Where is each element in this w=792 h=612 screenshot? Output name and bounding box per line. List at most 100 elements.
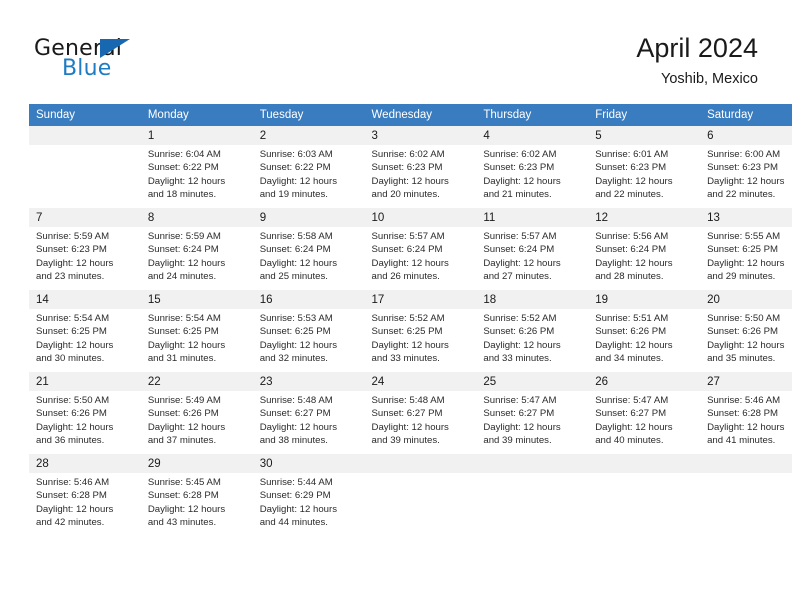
day-number: 20 xyxy=(700,290,792,309)
calendar-grid: Sunday Monday Tuesday Wednesday Thursday… xyxy=(29,104,792,536)
calendar-day-cell[interactable]: 23 Sunrise: 5:48 AM Sunset: 6:27 PM Dayl… xyxy=(252,372,365,454)
calendar-day-cell[interactable]: 20 Sunrise: 5:50 AM Sunset: 6:26 PM Dayl… xyxy=(700,290,792,372)
day-details: Sunrise: 5:49 AM Sunset: 6:26 PM Dayligh… xyxy=(140,391,253,454)
calendar-day-cell[interactable]: 10 Sunrise: 5:57 AM Sunset: 6:24 PM Dayl… xyxy=(364,208,477,290)
sunrise-text: Sunrise: 5:55 AM xyxy=(707,231,781,242)
day-details: Sunrise: 5:48 AM Sunset: 6:27 PM Dayligh… xyxy=(252,391,365,454)
calendar-day-cell[interactable]: 11 Sunrise: 5:57 AM Sunset: 6:24 PM Dayl… xyxy=(476,208,589,290)
day-details: Sunrise: 6:01 AM Sunset: 6:23 PM Dayligh… xyxy=(588,145,701,208)
daylight-text-line1: Daylight: 12 hours xyxy=(371,175,449,187)
calendar-day-cell[interactable]: 29 Sunrise: 5:45 AM Sunset: 6:28 PM Dayl… xyxy=(140,454,253,536)
calendar-day-cell[interactable]: 18 Sunrise: 5:52 AM Sunset: 6:26 PM Dayl… xyxy=(476,290,589,372)
calendar-day-cell[interactable]: 14 Sunrise: 5:54 AM Sunset: 6:25 PM Dayl… xyxy=(29,290,141,372)
day-number: 26 xyxy=(588,372,701,391)
calendar-day-cell[interactable]: 1 Sunrise: 6:04 AM Sunset: 6:22 PM Dayli… xyxy=(140,126,253,208)
location-subtitle: Yoshib, Mexico xyxy=(661,71,758,87)
sunrise-text: Sunrise: 5:51 AM xyxy=(595,313,669,324)
day-number: 16 xyxy=(252,290,365,309)
daylight-text-line2: and 33 minutes. xyxy=(371,353,440,365)
daylight-text-line2: and 42 minutes. xyxy=(36,517,105,529)
sunrise-text: Sunrise: 5:47 AM xyxy=(595,395,669,406)
daylight-text-line1: Daylight: 12 hours xyxy=(147,503,226,515)
day-number: 15 xyxy=(140,290,253,309)
calendar-day-cell[interactable]: 26 Sunrise: 5:47 AM Sunset: 6:27 PM Dayl… xyxy=(588,372,701,454)
calendar-day-cell[interactable]: 27 Sunrise: 5:46 AM Sunset: 6:28 PM Dayl… xyxy=(700,372,792,454)
sunrise-text: Sunrise: 5:46 AM xyxy=(707,395,781,406)
calendar-day-cell[interactable]: 13 Sunrise: 5:55 AM Sunset: 6:25 PM Dayl… xyxy=(700,208,792,290)
day-number: 29 xyxy=(140,454,253,473)
day-number: 8 xyxy=(140,208,253,227)
calendar-day-cell[interactable]: 6 Sunrise: 6:00 AM Sunset: 6:23 PM Dayli… xyxy=(700,126,792,208)
calendar-day-cell[interactable]: 2 Sunrise: 6:03 AM Sunset: 6:22 PM Dayli… xyxy=(252,126,365,208)
daylight-text-line1: Daylight: 12 hours xyxy=(36,339,114,351)
calendar-day-cell[interactable]: 9 Sunrise: 5:58 AM Sunset: 6:24 PM Dayli… xyxy=(252,208,365,290)
day-details xyxy=(364,473,477,536)
weekday-header-thursday: Thursday xyxy=(476,104,589,126)
calendar-day-cell[interactable] xyxy=(476,454,589,536)
brand-logo[interactable]: General Blue xyxy=(34,36,254,88)
sunrise-text: Sunrise: 5:52 AM xyxy=(483,313,557,324)
sunset-text: Sunset: 6:22 PM xyxy=(147,162,219,174)
daylight-text-line2: and 37 minutes. xyxy=(147,435,217,447)
daylight-text-line1: Daylight: 12 hours xyxy=(483,175,561,187)
title-block: April 2024 Yoshib, Mexico xyxy=(636,32,758,88)
sunrise-text: Sunrise: 5:56 AM xyxy=(595,231,669,242)
calendar-day-cell[interactable]: 21 Sunrise: 5:50 AM Sunset: 6:26 PM Dayl… xyxy=(29,372,141,454)
weekday-header-monday: Monday xyxy=(140,104,253,126)
day-number: 23 xyxy=(252,372,365,391)
day-details: Sunrise: 5:47 AM Sunset: 6:27 PM Dayligh… xyxy=(588,391,701,454)
calendar-day-cell[interactable]: 17 Sunrise: 5:52 AM Sunset: 6:25 PM Dayl… xyxy=(364,290,477,372)
calendar-day-cell[interactable] xyxy=(364,454,477,536)
calendar-day-cell[interactable]: 3 Sunrise: 6:02 AM Sunset: 6:23 PM Dayli… xyxy=(364,126,477,208)
day-number xyxy=(29,126,141,145)
day-number: 13 xyxy=(700,208,792,227)
calendar-day-cell[interactable]: 7 Sunrise: 5:59 AM Sunset: 6:23 PM Dayli… xyxy=(29,208,141,290)
day-details: Sunrise: 5:55 AM Sunset: 6:25 PM Dayligh… xyxy=(700,227,792,290)
day-details: Sunrise: 5:59 AM Sunset: 6:23 PM Dayligh… xyxy=(29,227,141,290)
sunrise-text: Sunrise: 5:50 AM xyxy=(707,313,781,324)
weekday-header-sunday: Sunday xyxy=(29,104,141,126)
day-number: 22 xyxy=(140,372,253,391)
day-number: 2 xyxy=(252,126,365,145)
daylight-text-line2: and 36 minutes. xyxy=(36,435,105,447)
calendar-day-cell[interactable]: 25 Sunrise: 5:47 AM Sunset: 6:27 PM Dayl… xyxy=(476,372,589,454)
sunrise-text: Sunrise: 5:59 AM xyxy=(36,231,110,242)
daylight-text-line1: Daylight: 12 hours xyxy=(259,175,338,187)
sunset-text: Sunset: 6:23 PM xyxy=(595,162,667,174)
calendar-day-cell[interactable]: 19 Sunrise: 5:51 AM Sunset: 6:26 PM Dayl… xyxy=(588,290,701,372)
sunset-text: Sunset: 6:24 PM xyxy=(259,244,331,256)
day-number: 24 xyxy=(364,372,477,391)
day-details: Sunrise: 6:03 AM Sunset: 6:22 PM Dayligh… xyxy=(252,145,365,208)
daylight-text-line1: Daylight: 12 hours xyxy=(259,421,338,433)
calendar-day-cell[interactable]: 30 Sunrise: 5:44 AM Sunset: 6:29 PM Dayl… xyxy=(252,454,365,536)
daylight-text-line1: Daylight: 12 hours xyxy=(36,257,114,269)
calendar-day-cell[interactable]: 22 Sunrise: 5:49 AM Sunset: 6:26 PM Dayl… xyxy=(140,372,253,454)
sunset-text: Sunset: 6:25 PM xyxy=(371,326,443,338)
calendar-day-cell[interactable]: 24 Sunrise: 5:48 AM Sunset: 6:27 PM Dayl… xyxy=(364,372,477,454)
calendar-day-cell[interactable]: 28 Sunrise: 5:46 AM Sunset: 6:28 PM Dayl… xyxy=(29,454,141,536)
sunset-text: Sunset: 6:26 PM xyxy=(36,408,107,420)
calendar-table: Sunday Monday Tuesday Wednesday Thursday… xyxy=(29,104,792,536)
calendar-day-cell[interactable]: 16 Sunrise: 5:53 AM Sunset: 6:25 PM Dayl… xyxy=(252,290,365,372)
daylight-text-line2: and 34 minutes. xyxy=(595,353,664,365)
day-details: Sunrise: 5:46 AM Sunset: 6:28 PM Dayligh… xyxy=(29,473,141,536)
sunset-text: Sunset: 6:22 PM xyxy=(259,162,331,174)
calendar-day-cell[interactable]: 12 Sunrise: 5:56 AM Sunset: 6:24 PM Dayl… xyxy=(588,208,701,290)
calendar-day-cell[interactable]: 4 Sunrise: 6:02 AM Sunset: 6:23 PM Dayli… xyxy=(476,126,589,208)
calendar-day-cell[interactable] xyxy=(29,126,141,208)
day-details: Sunrise: 5:51 AM Sunset: 6:26 PM Dayligh… xyxy=(588,309,701,372)
calendar-day-cell[interactable]: 15 Sunrise: 5:54 AM Sunset: 6:25 PM Dayl… xyxy=(140,290,253,372)
calendar-day-cell[interactable]: 5 Sunrise: 6:01 AM Sunset: 6:23 PM Dayli… xyxy=(588,126,701,208)
day-details: Sunrise: 6:04 AM Sunset: 6:22 PM Dayligh… xyxy=(140,145,253,208)
day-details: Sunrise: 5:48 AM Sunset: 6:27 PM Dayligh… xyxy=(364,391,477,454)
day-details xyxy=(588,473,701,536)
day-details: Sunrise: 5:47 AM Sunset: 6:27 PM Dayligh… xyxy=(476,391,589,454)
sunrise-text: Sunrise: 6:04 AM xyxy=(147,149,221,160)
daylight-text-line1: Daylight: 12 hours xyxy=(147,175,226,187)
calendar-day-cell[interactable]: 8 Sunrise: 5:59 AM Sunset: 6:24 PM Dayli… xyxy=(140,208,253,290)
daylight-text-line2: and 18 minutes. xyxy=(147,189,217,201)
calendar-day-cell[interactable] xyxy=(700,454,792,536)
sunset-text: Sunset: 6:26 PM xyxy=(483,326,555,338)
calendar-day-cell[interactable] xyxy=(588,454,701,536)
sunset-text: Sunset: 6:25 PM xyxy=(36,326,107,338)
